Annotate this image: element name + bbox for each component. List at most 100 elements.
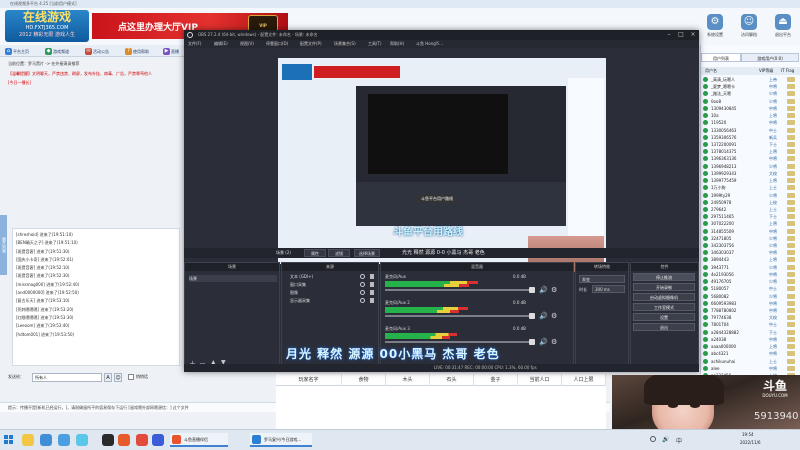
minimize-icon[interactable]: – — [663, 30, 675, 40]
user-row[interactable]: 1399775459 上将 — [701, 177, 800, 184]
user-row[interactable]: 279642 上士 — [701, 206, 800, 213]
user-row[interactable]: 1378014375 上将 — [701, 148, 800, 155]
volume-slider-handle[interactable] — [529, 313, 535, 319]
user-row[interactable]: 4e2193056 中将 — [701, 271, 800, 278]
taskbar-app-douyu[interactable]: 斗鱼直播伴侣 — [170, 433, 228, 447]
user-row[interactable]: 6609593983 中将 — [701, 300, 800, 307]
speaker-icon[interactable]: 🔊 — [539, 286, 548, 294]
eye-icon[interactable] — [360, 290, 365, 295]
system-settings-button[interactable]: ⚙ 系统设置 — [700, 12, 730, 42]
lock-icon[interactable] — [370, 282, 374, 287]
eye-icon[interactable] — [360, 282, 365, 287]
user-row[interactable]: 346303037 中将 — [701, 249, 800, 256]
stop-streaming-button[interactable]: 停止推流 — [633, 273, 695, 281]
toolbar-games-button[interactable]: ◆ 游戏频道 — [44, 47, 80, 56]
exit-platform-button[interactable]: ⏏ 退出平台 — [768, 12, 798, 42]
user-row[interactable]: 3894443 上将 — [701, 256, 800, 263]
firefox-icon[interactable] — [118, 434, 130, 446]
menu-docks[interactable]: 停靠窗口(D) — [266, 40, 288, 48]
filters-button[interactable]: 滤镜 — [328, 249, 350, 257]
settings-button[interactable]: 设置 — [633, 313, 695, 321]
menu-scene-collection[interactable]: 场景集合(S) — [334, 40, 356, 48]
user-row[interactable]: a2844328882 下士 — [701, 329, 800, 336]
emoji-button[interactable]: ☺ — [114, 373, 122, 382]
clock-time[interactable]: 19:54 — [742, 432, 754, 437]
gear-icon[interactable]: ⚙ — [551, 338, 557, 346]
menu-view[interactable]: 视图(V) — [240, 40, 254, 48]
volume-slider[interactable] — [385, 289, 535, 291]
toolbar-notices-button[interactable]: ✉ 活动公告 — [84, 47, 120, 56]
lock-icon[interactable] — [370, 290, 374, 295]
user-row[interactable]: 5680082 少将 — [701, 293, 800, 300]
user-row[interactable]: 24950978 上校 — [701, 199, 800, 206]
user-row[interactable]: 5180057 中士 — [701, 285, 800, 292]
user-row[interactable]: 342303756 少将 — [701, 242, 800, 249]
exit-button[interactable]: 退出 — [633, 323, 695, 331]
gear-icon[interactable]: ⚙ — [551, 312, 557, 320]
user-row[interactable]: 119520 中将 — [701, 119, 800, 126]
app-icon[interactable] — [152, 434, 164, 446]
menu-edit[interactable]: 编辑(E) — [214, 40, 228, 48]
eye-icon[interactable] — [360, 274, 365, 279]
select-scene-button-1[interactable]: 选择场景 — [354, 249, 380, 257]
user-row[interactable]: 1999ty29 少将 — [701, 192, 800, 199]
user-row[interactable]: 1396948213 少将 — [701, 163, 800, 170]
volume-slider[interactable] — [385, 341, 535, 343]
network-icon[interactable] — [650, 436, 656, 442]
user-row[interactable]: abc4321 中将 — [701, 350, 800, 357]
user-row[interactable]: alee 中将 — [701, 365, 800, 372]
menu-account[interactable]: 斗鱼 HongYi... — [416, 40, 443, 48]
expand-list-tab[interactable]: 展开列表 — [0, 215, 7, 275]
user-row[interactable]: 49176705 少将 — [701, 278, 800, 285]
properties-button[interactable]: 属性 — [304, 249, 326, 257]
user-row[interactable]: 1359306576 新兵 — [701, 134, 800, 141]
menu-help[interactable]: 帮助(H) — [390, 40, 404, 48]
virtual-camera-button[interactable]: 启动虚拟摄像机 — [633, 293, 695, 301]
volume-slider-handle[interactable] — [529, 287, 535, 293]
eye-icon[interactable] — [360, 298, 365, 303]
chrome-icon[interactable] — [136, 434, 148, 446]
user-row[interactable]: _夏梦_嗯嗯卡 中将 — [701, 83, 800, 90]
app-icon[interactable] — [76, 434, 88, 446]
site-logo[interactable]: 在线游戏 HD.FXTJ365.COM 2012 精彩无限 游戏人生 — [5, 10, 89, 42]
font-color-button[interactable]: A — [104, 373, 112, 382]
user-row[interactable]: 297511465 下士 — [701, 213, 800, 220]
menu-profile[interactable]: 配置文件(P) — [300, 40, 322, 48]
source-item-image[interactable]: 图像 — [290, 289, 298, 296]
user-row[interactable]: _路法_天嗯 少将 — [701, 90, 800, 97]
menu-tools[interactable]: 工具(T) — [368, 40, 382, 48]
obs-preview[interactable]: 斗鱼平台用户路线 斗鱼平台用路线 — [278, 58, 606, 272]
user-row[interactable]: 1330056463 中士 — [701, 127, 800, 134]
lock-icon[interactable] — [370, 274, 374, 279]
ime-icon[interactable]: 中 — [676, 436, 682, 445]
source-item-text[interactable]: 文本 (GDI+) — [290, 273, 313, 280]
source-item-display[interactable]: 显示器采集 — [290, 297, 310, 304]
maximize-icon[interactable]: □ — [675, 30, 687, 40]
user-row[interactable]: 7801704 中士 — [701, 321, 800, 328]
user-row[interactable]: 0oo8 少将 — [701, 98, 800, 105]
gear-icon[interactable]: ⚙ — [551, 286, 557, 294]
lock-icon[interactable] — [370, 298, 374, 303]
user-row[interactable]: 1399929343 大校 — [701, 170, 800, 177]
start-recording-button[interactable]: 开始录制 — [633, 283, 695, 291]
user-row[interactable]: 314855509 中将 — [701, 228, 800, 235]
volume-slider-handle[interactable] — [529, 339, 535, 345]
whisper-checkbox[interactable] — [128, 374, 134, 380]
taskbar-app-game[interactable]: 罗马复兴/今日游戏... — [250, 433, 312, 447]
close-icon[interactable]: × — [687, 30, 699, 40]
user-row[interactable]: 1309430845 中将 — [701, 105, 800, 112]
source-item-window[interactable]: 窗口采集 — [290, 281, 306, 288]
tab-game-users[interactable]: 游戏用户(0:0) — [741, 53, 799, 62]
user-row[interactable]: 32471805 少将 — [701, 235, 800, 242]
user-row[interactable]: aaaa000000 上将 — [701, 343, 800, 350]
windows-start-icon[interactable] — [4, 435, 14, 445]
user-row[interactable]: 1372200091 下士 — [701, 141, 800, 148]
user-row[interactable]: 1万小狗 上士 — [701, 184, 800, 191]
toolbar-live-button[interactable]: ▶ 直播 — [162, 47, 184, 56]
speaker-icon[interactable]: 🔊 — [539, 338, 548, 346]
transition-duration-input[interactable]: 300 ms — [592, 285, 625, 293]
scene-item[interactable]: 场景 — [189, 275, 277, 282]
volume-slider[interactable] — [385, 315, 535, 317]
menu-file[interactable]: 文件(F) — [188, 40, 201, 48]
tab-user-list[interactable]: 用户列表 — [701, 53, 741, 62]
